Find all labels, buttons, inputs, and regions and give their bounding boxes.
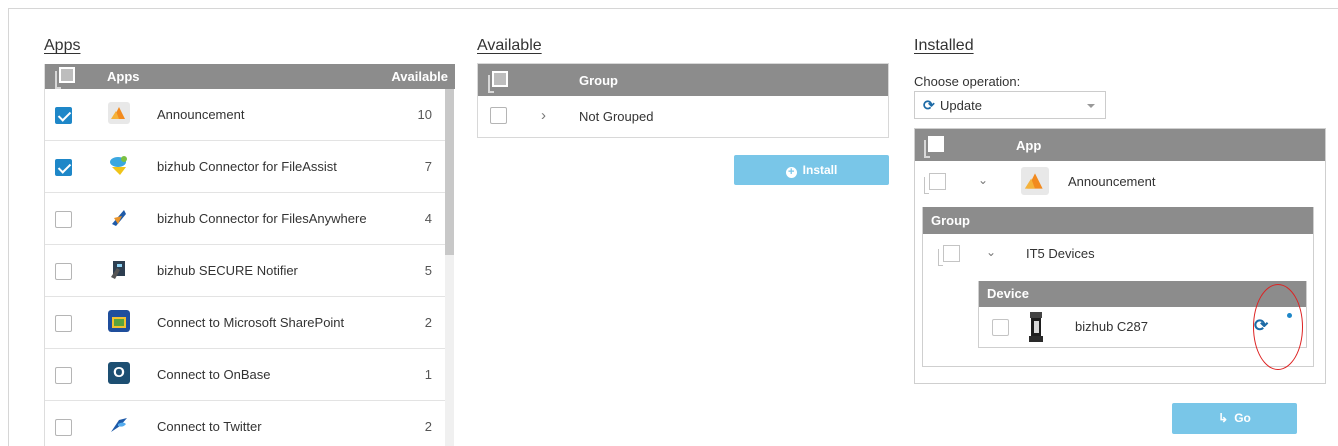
apps-table-header: Apps Available xyxy=(45,64,455,89)
filesanywhere-icon xyxy=(112,210,126,226)
available-table-header: Group xyxy=(478,64,888,96)
installed-table-header: App xyxy=(915,129,1325,161)
group-row-not-grouped[interactable]: › Not Grouped xyxy=(478,96,888,137)
apps-scrollbar-thumb[interactable] xyxy=(445,89,454,255)
select-all-installed-checkbox[interactable] xyxy=(924,136,944,158)
app-checkbox-sharepoint[interactable] xyxy=(55,315,72,332)
app-name: bizhub Connector for FileAssist xyxy=(157,159,337,174)
available-groups-table: Group › Not Grouped xyxy=(477,63,889,138)
app-available-count: 4 xyxy=(424,211,432,226)
group-checkbox-it5-devices[interactable] xyxy=(938,245,960,266)
app-checkbox-onbase[interactable] xyxy=(55,367,72,384)
app-checkbox-announcement[interactable] xyxy=(55,107,72,124)
installed-app-name: Announcement xyxy=(1068,174,1156,189)
onbase-icon: O xyxy=(108,362,130,384)
app-checkbox-secure-notifier[interactable] xyxy=(55,263,72,280)
app-name: Connect to Twitter xyxy=(157,419,262,434)
device-checkbox[interactable] xyxy=(992,319,1009,336)
apps-table: Apps Available Announcement 10 bizhub Co… xyxy=(44,64,455,446)
app-name: Announcement xyxy=(157,107,245,122)
app-available-count: 1 xyxy=(424,367,432,382)
app-name: bizhub SECURE Notifier xyxy=(157,263,298,278)
chevron-down-icon[interactable]: ⌄ xyxy=(986,245,996,259)
device-name: bizhub C287 xyxy=(1075,319,1148,334)
frame-border-left xyxy=(8,8,9,446)
app-row-filesanywhere[interactable]: bizhub Connector for FilesAnywhere 4 xyxy=(45,193,445,245)
go-button[interactable]: ↳ Go xyxy=(1172,403,1297,434)
frame-border-top xyxy=(8,8,1338,9)
chevron-down-icon xyxy=(1087,104,1095,108)
announcement-icon xyxy=(1021,167,1049,195)
installed-section-title: Installed xyxy=(914,37,974,54)
app-checkbox-twitter[interactable] xyxy=(55,419,72,436)
installed-app-checkbox[interactable] xyxy=(924,173,946,194)
refresh-icon: ⟳ xyxy=(923,97,935,113)
apps-section-title: Apps xyxy=(44,37,81,54)
group-name: IT5 Devices xyxy=(1026,246,1095,261)
app-row-announcement[interactable]: Announcement 10 xyxy=(45,89,445,141)
install-button[interactable]: + Install xyxy=(734,155,889,185)
app-row-fileassist[interactable]: bizhub Connector for FileAssist 7 xyxy=(45,141,445,193)
operation-select[interactable]: ⟳ Update xyxy=(914,91,1106,119)
group-checkbox-not-grouped[interactable] xyxy=(490,107,507,124)
group-column-header: Group xyxy=(579,73,618,88)
apps-column-header: Apps xyxy=(107,69,140,84)
twitter-icon xyxy=(111,418,127,432)
app-row-twitter[interactable]: Connect to Twitter 2 xyxy=(45,401,445,446)
chevron-right-icon[interactable]: › xyxy=(541,107,546,124)
app-row-onbase[interactable]: O Connect to OnBase 1 xyxy=(45,349,445,401)
available-section-title: Available xyxy=(477,37,542,54)
fileassist-icon xyxy=(110,156,127,175)
highlight-annotation-oval xyxy=(1253,284,1303,370)
app-checkbox-fileassist[interactable] xyxy=(55,159,72,176)
install-button-label: Install xyxy=(802,163,838,177)
available-column-header: Available xyxy=(391,69,448,84)
chevron-down-icon[interactable]: ⌄ xyxy=(978,173,988,187)
group-name: Not Grouped xyxy=(579,109,654,124)
sharepoint-icon xyxy=(108,310,130,332)
app-name: Connect to OnBase xyxy=(157,367,271,382)
secure-notifier-icon xyxy=(111,261,125,279)
app-name: Connect to Microsoft SharePoint xyxy=(157,315,345,330)
app-available-count: 2 xyxy=(424,419,432,434)
plus-circle-icon: + xyxy=(785,167,797,178)
select-all-groups-checkbox[interactable] xyxy=(488,71,508,93)
installed-app-row-announcement[interactable]: ⌄ Announcement xyxy=(915,161,1325,203)
app-name: bizhub Connector for FilesAnywhere xyxy=(157,211,367,226)
operation-select-value: Update xyxy=(940,98,982,113)
return-arrow-icon: ↳ xyxy=(1218,411,1229,425)
announcement-icon xyxy=(108,102,130,124)
select-all-apps-checkbox[interactable] xyxy=(55,67,75,89)
app-available-count: 2 xyxy=(424,315,432,330)
app-available-count: 5 xyxy=(424,263,432,278)
app-row-secure-notifier[interactable]: bizhub SECURE Notifier 5 xyxy=(45,245,445,297)
app-available-count: 7 xyxy=(424,159,432,174)
printer-icon xyxy=(1029,312,1043,342)
app-checkbox-filesanywhere[interactable] xyxy=(55,211,72,228)
choose-operation-label: Choose operation: xyxy=(914,74,1021,89)
group-row-it5-devices[interactable]: ⌄ IT5 Devices xyxy=(923,234,1313,274)
app-row-sharepoint[interactable]: Connect to Microsoft SharePoint 2 xyxy=(45,297,445,349)
go-button-label: Go xyxy=(1234,411,1251,425)
app-available-count: 10 xyxy=(417,107,432,122)
app-column-header: App xyxy=(1016,138,1042,153)
